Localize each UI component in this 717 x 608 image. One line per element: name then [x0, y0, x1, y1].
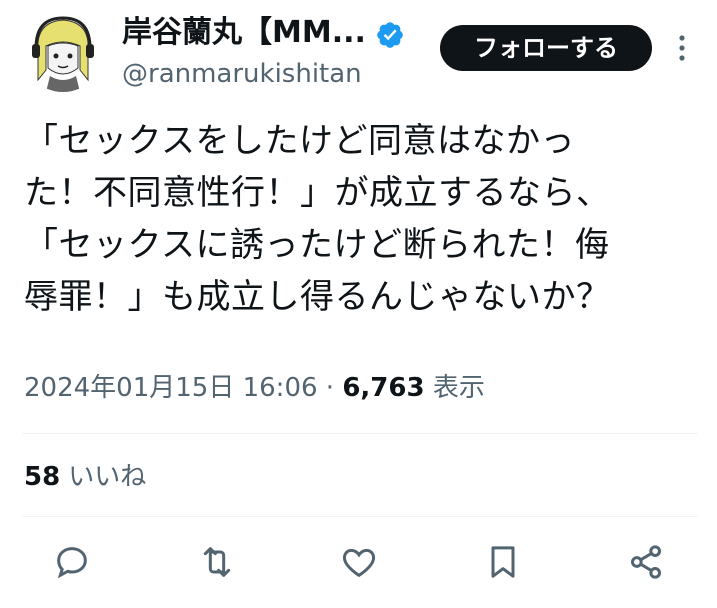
tweet-text: 「セックスをしたけど同意はなかっ た！不同意性行！」が成立するなら、 「セックス…	[24, 121, 611, 317]
display-name[interactable]: 岸谷蘭丸【MM...	[122, 10, 366, 56]
reply-icon[interactable]	[52, 542, 92, 582]
verified-badge-icon	[375, 20, 405, 50]
meta-separator: ·	[325, 373, 335, 403]
likes-count: 58	[24, 462, 61, 492]
avatar-illustration-icon	[22, 10, 104, 92]
views-label: 表示	[432, 373, 485, 403]
follow-button[interactable]: フォローする	[440, 25, 652, 71]
likes-label: いいね	[68, 462, 147, 492]
share-icon[interactable]	[626, 542, 666, 582]
divider	[22, 516, 698, 517]
likes-row[interactable]: 58 いいね	[24, 457, 146, 497]
tweet-header: 岸谷蘭丸【MM... @ranmarukishitan フォローする	[0, 0, 717, 100]
views-count: 6,763	[342, 373, 425, 403]
retweet-icon[interactable]	[197, 542, 237, 582]
like-icon[interactable]	[339, 542, 379, 582]
divider	[22, 433, 698, 434]
tweet-meta: 2024年01月15日 16:06 · 6,763 表示	[24, 368, 485, 408]
tweet-timestamp[interactable]: 2024年01月15日 16:06	[24, 373, 318, 403]
bookmark-icon[interactable]	[483, 542, 523, 582]
more-vertical-icon[interactable]	[670, 30, 694, 66]
user-handle[interactable]: @ranmarukishitan	[122, 56, 362, 92]
avatar[interactable]	[22, 10, 104, 92]
